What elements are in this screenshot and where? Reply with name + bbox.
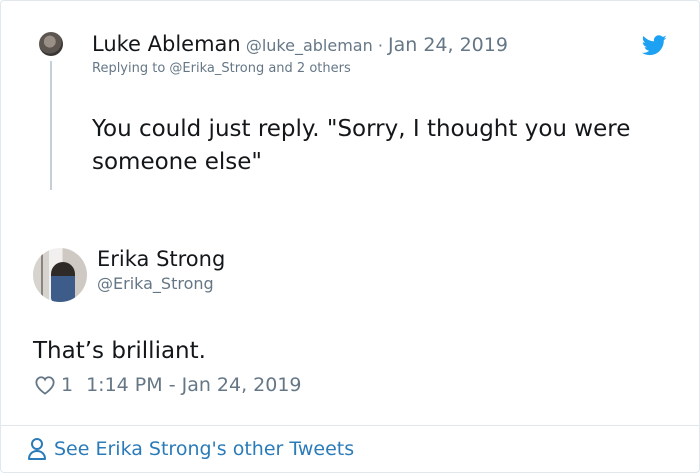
person-icon bbox=[28, 438, 46, 460]
heart-icon[interactable] bbox=[34, 375, 56, 395]
main-author-name[interactable]: Erika Strong bbox=[97, 247, 225, 271]
parent-tweet-date[interactable]: Jan 24, 2019 bbox=[388, 34, 508, 56]
twitter-bird-icon[interactable] bbox=[642, 35, 667, 56]
parent-author-handle[interactable]: @luke_ableman bbox=[246, 36, 373, 55]
thread-connector-line bbox=[50, 61, 52, 190]
tweet-timestamp[interactable]: 1:14 PM - Jan 24, 2019 bbox=[86, 374, 301, 396]
parent-avatar[interactable] bbox=[39, 32, 63, 56]
main-avatar[interactable] bbox=[33, 248, 87, 302]
see-other-tweets-label: See Erika Strong's other Tweets bbox=[54, 438, 355, 460]
footer-divider bbox=[1, 425, 699, 426]
avatar-background-pole bbox=[41, 252, 43, 298]
parent-tweet-text: You could just reply. "Sorry, I thought … bbox=[92, 116, 631, 175]
parent-tweet-header: Luke Ableman @luke_ableman · Jan 24, 201… bbox=[92, 32, 508, 56]
see-other-tweets-link[interactable]: See Erika Strong's other Tweets bbox=[27, 435, 354, 463]
tweet-embed-card: Luke Ableman @luke_ableman · Jan 24, 201… bbox=[0, 0, 700, 473]
parent-author-name[interactable]: Luke Ableman bbox=[92, 32, 241, 56]
avatar-person-figure bbox=[51, 262, 75, 302]
main-tweet-text: That’s brilliant. bbox=[33, 338, 206, 364]
main-author-handle[interactable]: @Erika_Strong bbox=[97, 274, 214, 293]
header-separator: · bbox=[372, 36, 388, 55]
like-count[interactable]: 1 bbox=[61, 374, 73, 396]
replying-to-text: Replying to @Erika_Strong and 2 others bbox=[92, 61, 351, 76]
parent-tweet[interactable]: Luke Ableman @luke_ableman · Jan 24, 201… bbox=[1, 1, 699, 211]
tweet-meta-row: 1 1:14 PM - Jan 24, 2019 bbox=[34, 373, 302, 397]
